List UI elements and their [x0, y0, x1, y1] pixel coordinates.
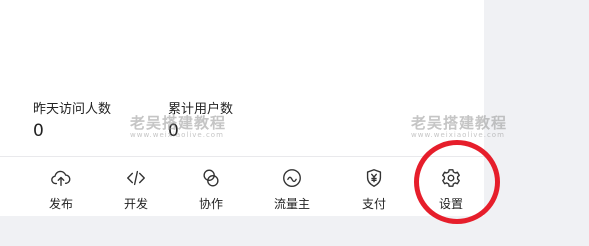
traffic-master-button[interactable]: 流量主 [262, 167, 322, 211]
watermark-url: www.weixiaolive.com [130, 131, 224, 139]
yesterday-visitors-value: 0 [33, 121, 44, 141]
develop-label: 开发 [123, 197, 148, 211]
watermark-title: 老吴搭建教程 [130, 114, 227, 132]
yesterday-visitors-label: 昨天访问人数 [33, 102, 112, 117]
collaborate-button[interactable]: 协作 [181, 167, 241, 211]
stats-card: 昨天访问人数 0 累计用户数 0 发布 开发 协作 流量主 支付 设置 [0, 0, 484, 216]
payment-button[interactable]: 支付 [344, 167, 404, 211]
publish-button[interactable]: 发布 [31, 167, 91, 211]
watermark-title: 老吴搭建教程 [411, 114, 508, 132]
code-icon [125, 167, 147, 189]
traffic-icon [281, 167, 303, 189]
develop-button[interactable]: 开发 [106, 167, 166, 211]
watermark-url: www.weixiaolive.com [411, 131, 505, 139]
traffic-master-label: 流量主 [273, 197, 310, 211]
watermark: 老吴搭建教程 www.weixiaolive.com [130, 115, 226, 139]
settings-highlight-circle [414, 140, 500, 224]
toolbar: 发布 开发 协作 流量主 支付 设置 [0, 157, 484, 216]
publish-label: 发布 [48, 197, 73, 211]
payment-label: 支付 [361, 197, 386, 211]
payment-shield-icon [363, 167, 385, 189]
collaborate-label: 协作 [198, 197, 223, 211]
cloud-upload-icon [50, 167, 72, 189]
collaboration-icon [200, 167, 222, 189]
watermark: 老吴搭建教程 www.weixiaolive.com [411, 115, 507, 139]
